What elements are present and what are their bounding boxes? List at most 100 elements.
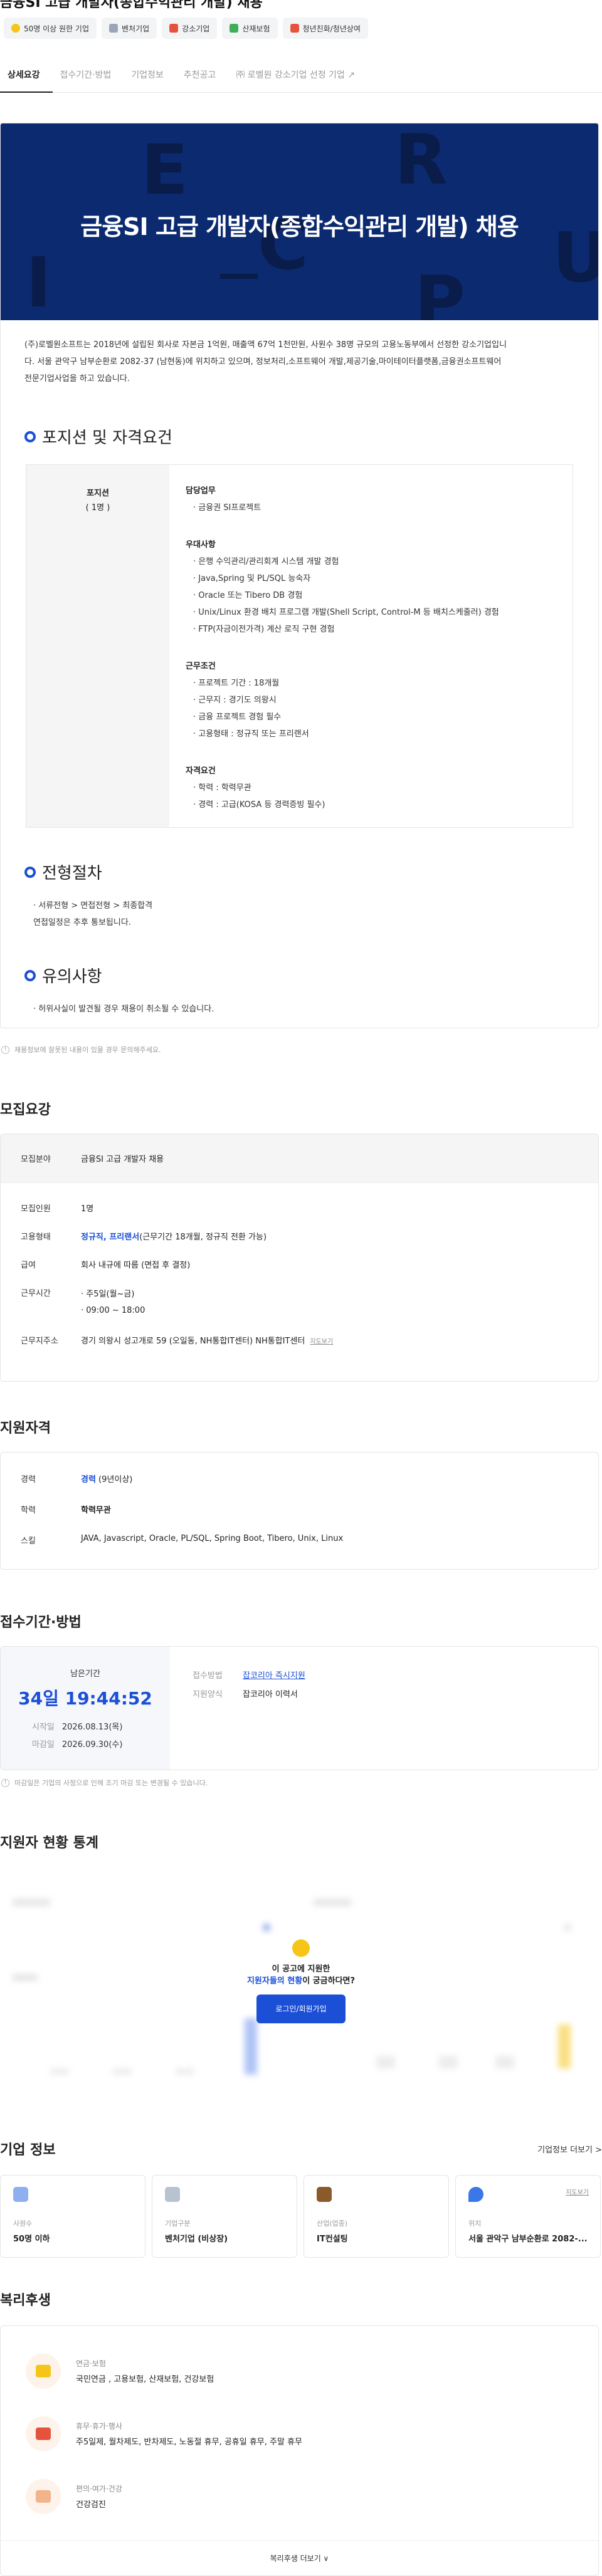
row-value: 경기 의왕시 성고개로 59 (오일동, NH통합IT센터) NH통합IT센터 bbox=[81, 1337, 305, 1346]
company-header: 기업 정보 기업정보 더보기 > bbox=[0, 2139, 602, 2159]
company-card-location: 지도보기 위치 서울 관악구 남부순환로 2082-... bbox=[455, 2175, 601, 2258]
tab-detail[interactable]: 상세요강 bbox=[0, 68, 53, 93]
company-card-type: 기업구분 벤처기업 (비상장) bbox=[152, 2175, 297, 2258]
cut-page-title: 금융SI 고급 개발자(종합수익관리 개발) 채용 bbox=[0, 0, 602, 10]
banner-deco: R bbox=[394, 123, 448, 200]
block-item: · 경력 : 고급(KOSA 등 경력증빙 필수) bbox=[193, 800, 325, 810]
tab-company-info[interactable]: 기업정보 bbox=[124, 68, 176, 92]
badge-youth[interactable]: 청년친화/청년상여 bbox=[282, 18, 368, 39]
quick-apply-link[interactable]: 잡코리아 즉시지원 bbox=[243, 1671, 305, 1681]
row-key: 학력 bbox=[21, 1506, 36, 1515]
prompt-text: 이 궁금하다면? bbox=[302, 1976, 356, 1986]
intro-line: (주)로벨원소프트는 2018년에 설립된 회사로 자본금 1억원, 매출액 6… bbox=[24, 340, 507, 350]
prompt-highlight: 지원자들의 현황 bbox=[246, 1976, 303, 1986]
heading-text: 포지션 및 자격요건 bbox=[42, 429, 172, 447]
card-value: 서울 관악구 남부순환로 2082-... bbox=[468, 2234, 588, 2244]
tab-external-link[interactable]: ㈜ 로벨원 강소기업 선정 기업 ↗ bbox=[228, 68, 367, 92]
block-item: · 근무지 : 경기도 의왕시 bbox=[193, 696, 277, 705]
company-more-link[interactable]: 기업정보 더보기 > bbox=[537, 2143, 602, 2155]
position-cell: 포지션 ( 1명 ) bbox=[26, 465, 169, 827]
muscle-icon bbox=[26, 2479, 61, 2514]
apply-heading: 접수기간·방법 bbox=[0, 1615, 82, 1630]
briefcase-icon bbox=[317, 2187, 332, 2202]
process-line: 연접일정은 추후 통보됩니다. bbox=[33, 918, 131, 927]
process-line: · 서류전형 > 면접전형 > 최종합격 bbox=[33, 901, 153, 910]
card-label: 산업(업종) bbox=[317, 2219, 348, 2228]
block-title: 자격요건 bbox=[186, 766, 216, 776]
pin-icon bbox=[468, 2187, 483, 2202]
row-key: 근무지주소 bbox=[21, 1337, 58, 1346]
deadline-notice: ! 마감일은 기업의 사정으로 인해 조기 마감 또는 변경될 수 있습니다. bbox=[1, 1778, 602, 1788]
banner-deco: E bbox=[141, 130, 189, 210]
row-value: · 09:00 ~ 18:00 bbox=[81, 1306, 145, 1315]
piggy-bank-icon bbox=[26, 2354, 61, 2389]
banner-title: 금융SI 고급 개발자(종합수익관리 개발) 채용 bbox=[80, 213, 519, 241]
map-link[interactable]: 지도보기 bbox=[310, 1338, 333, 1345]
block-item: · Oracle 또는 Tibero DB 경험 bbox=[193, 591, 303, 600]
badge-50plus[interactable]: 50명 이상 원한 기업 bbox=[4, 18, 97, 39]
welfare-items: 국민연금 , 고용보험, 산재보험, 건강보험 bbox=[76, 2375, 214, 2384]
stats-panel: 이 공고에 지원한 지원자들의 현황이 궁금하다면? 로그인/회원가입 bbox=[0, 1868, 602, 2101]
form-label: 지원양식 bbox=[193, 1690, 223, 1699]
block-item: · 금융 프로젝트 경험 필수 bbox=[193, 712, 282, 722]
job-posting-page: 금융SI 고급 개발자(종합수익관리 개발) 채용 50명 이상 원한 기업 벤… bbox=[0, 0, 602, 2576]
prompt-line1: 이 공고에 지원한 bbox=[272, 1964, 330, 1974]
tab-bar: 상세요강 접수기간·방법 기업정보 추천공고 ㈜ 로벨원 강소기업 선정 기업 … bbox=[0, 48, 602, 93]
prompt-line2: 지원자들의 현황이 궁금하다면? bbox=[0, 1974, 602, 1986]
qual-row-education: 학력 학력무관 bbox=[1, 1503, 598, 1515]
money-icon bbox=[230, 24, 239, 33]
position-name: 포지션 bbox=[87, 489, 109, 498]
tab-apply-period[interactable]: 접수기간·방법 bbox=[53, 68, 124, 92]
detail-section: E R C U P I 금융SI 고급 개발자(종합수익관리 개발) 채용 (주… bbox=[0, 123, 599, 1028]
row-value: · 주5일(월~금) bbox=[81, 1290, 135, 1299]
row-value-highlight: 경력 bbox=[81, 1475, 96, 1484]
banner-deco: P bbox=[415, 261, 465, 320]
apply-card: 남은기간 34일 19:44:52 시작일 2026.08.13(목) 마감일 20… bbox=[0, 1646, 599, 1770]
thinking-face-icon bbox=[292, 1939, 310, 1957]
map-link[interactable]: 지도보기 bbox=[566, 2187, 589, 2196]
row-key: 고용형태 bbox=[21, 1233, 51, 1242]
block-title: 근무조건 bbox=[186, 662, 216, 671]
row-key: 경력 bbox=[21, 1475, 36, 1484]
row-value: (근무기간 18개월, 정규직 전환 가능) bbox=[139, 1233, 267, 1242]
notice-text: 마감일은 기업의 사정으로 인해 조기 마감 또는 변경될 수 있습니다. bbox=[14, 1779, 208, 1787]
company-card-industry: 산업(업종) IT컨설팅 bbox=[304, 2175, 449, 2258]
login-signup-button[interactable]: 로그인/회원가입 bbox=[256, 1995, 346, 2023]
row-value: 금융SI 고급 개발자 채용 bbox=[81, 1155, 164, 1164]
welfare-category: 휴무·휴가·행사 bbox=[76, 2422, 122, 2431]
banner: E R C U P I 금융SI 고급 개발자(종합수익관리 개발) 채용 bbox=[1, 123, 598, 320]
caution-heading: 유의사항 bbox=[24, 964, 574, 987]
badge-insurance[interactable]: 산재보험 bbox=[222, 18, 278, 39]
process-heading: 전형절차 bbox=[24, 860, 574, 884]
recruit-row-hours: 근무시간 · 주5일(월~금) · 09:00 ~ 18:00 bbox=[1, 1286, 598, 1319]
welfare-more-button[interactable]: 복리후생 더보기 ∨ bbox=[1, 2540, 598, 2575]
qual-row-career: 경력 경력 (9년이상) bbox=[1, 1473, 598, 1484]
apply-method-panel: 접수방법 잡코리아 즉시지원 지원양식 잡코리아 이력서 bbox=[170, 1647, 305, 1770]
page-title: 금융SI 고급 개발자(종합수익관리 개발) 채용 bbox=[0, 0, 263, 10]
circle-bullet-icon bbox=[24, 969, 36, 981]
start-label: 시작일 bbox=[32, 1723, 55, 1732]
welfare-heading: 복리후생 bbox=[0, 2293, 51, 2308]
qualification-heading: 지원자격 bbox=[0, 1421, 51, 1436]
banner-deco: I bbox=[26, 242, 51, 320]
recruit-row-employment: 고용형태 정규직, 프리랜서(근무기간 18개월, 정규직 전환 가능) bbox=[1, 1230, 598, 1242]
rocket-icon bbox=[169, 24, 179, 33]
qualification-card: 경력 경력 (9년이상) 학력 학력무관 스킬 JAVA, Javascript… bbox=[0, 1452, 599, 1570]
badge-venture[interactable]: 벤처기업 bbox=[102, 18, 157, 39]
report-notice[interactable]: ! 채용정보에 잘못된 내용이 있을 경우 문의해주세요. bbox=[1, 1045, 602, 1055]
company-cards: 사원수 50명 이하 기업구분 벤처기업 (비상장) 산업(업종) IT컨설팅 … bbox=[0, 2175, 602, 2258]
stats-heading: 지원자 현황 통계 bbox=[0, 1835, 98, 1851]
countdown: 34일 19:44:52 bbox=[18, 1688, 152, 1709]
welfare-category: 연금·보험 bbox=[76, 2359, 106, 2368]
recruit-heading: 모집요강 bbox=[0, 1102, 51, 1118]
intro-line: 다. 서울 관악구 남부순환로 2082-37 (남현동)에 위치하고 있으며,… bbox=[24, 357, 502, 367]
qual-row-skills: 스킬 JAVA, Javascript, Oracle, PL/SQL, Spr… bbox=[1, 1534, 598, 1546]
badge-strong-small[interactable]: 강소기업 bbox=[162, 18, 218, 39]
tab-recommended[interactable]: 추천공고 bbox=[176, 68, 229, 92]
block-title: 우대사항 bbox=[186, 540, 216, 550]
badge-label: 50명 이상 원한 기업 bbox=[24, 24, 89, 33]
company-intro: (주)로벨원소프트는 2018년에 설립된 회사로 자본금 1억원, 매출액 6… bbox=[1, 320, 598, 387]
block-item: · 프로젝트 기간 : 18개월 bbox=[193, 679, 280, 688]
badge-label: 벤처기업 bbox=[122, 24, 150, 33]
recruit-row-address: 근무지주소 경기 의왕시 성고개로 59 (오일동, NH통합IT센터) NH통… bbox=[1, 1334, 598, 1346]
